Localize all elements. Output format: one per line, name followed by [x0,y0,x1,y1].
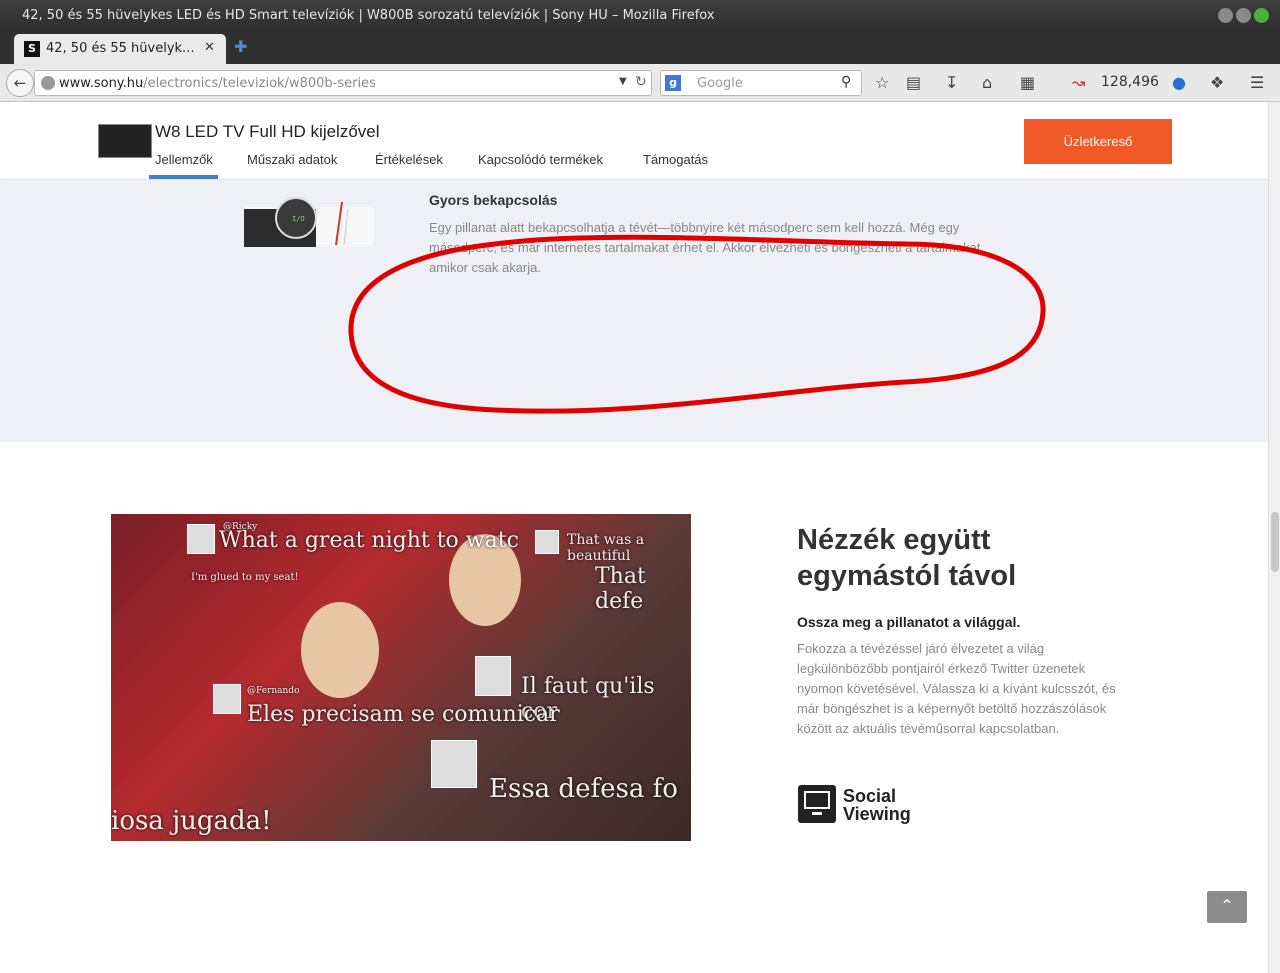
avatar [431,740,477,788]
photo-overlay-text: What a great night to watc [219,528,519,553]
logo-line-2: Viewing [843,804,911,824]
url-dropdown-icon[interactable]: ▼ [619,76,627,87]
tab-jellemzok[interactable]: Jellemzők [155,152,213,167]
product-thumbnail [98,124,152,158]
tab-muszaki-adatok[interactable]: Műszaki adatok [247,152,337,167]
scrollbar-thumb[interactable] [1271,512,1279,572]
photo-overlay-text: That defe [595,564,646,614]
dealer-locator-button[interactable]: Üzletkereső [1024,119,1172,164]
photo-overlay-text: That was a beautiful [567,532,645,564]
stats-icon[interactable]: ↝ [1072,73,1085,92]
download-icon[interactable]: ↧ [945,73,958,92]
social-viewing-logo-text: Social Viewing [843,787,911,823]
avatar [187,524,215,554]
window-titlebar: 42, 50 és 55 hüvelykes LED és HD Smart t… [0,0,1280,32]
back-arrow-icon[interactable]: ← [6,69,34,97]
photo-overlay-text: iosa jugada! [111,806,272,836]
extension-icon[interactable]: ❖ [1210,73,1224,92]
tab-strip: S 42, 50 és 55 hüvelyk... ✕ [0,32,1280,64]
tab-label: 42, 50 és 55 hüvelyk... [46,41,195,56]
globe-icon [41,76,55,90]
feature-title: Gyors bekapcsolás [429,192,558,208]
close-tab-icon[interactable]: ✕ [204,40,215,55]
active-tab-indicator [149,175,218,179]
tab-tamogatas[interactable]: Támogatás [643,152,708,167]
fan-face [301,602,379,698]
social-subtitle: Ossza meg a pillanatot a világgal. [797,614,1021,630]
photo-handle: @Fernando [247,686,300,696]
window-title: 42, 50 és 55 hüvelykes LED és HD Smart t… [22,8,715,23]
bookmark-star-icon[interactable]: ☆ [875,73,889,92]
red-annotation-circle [348,234,1046,414]
clipboard-icon[interactable]: ▤ [906,73,921,92]
tab-sony[interactable]: S 42, 50 és 55 hüvelyk... ✕ [14,34,226,64]
page-scrollbar[interactable] [1268,102,1280,973]
url-path: /electronics/televiziok/w800b-series [143,76,376,91]
counter-value: 128,496 [1101,74,1159,90]
globe-addon-icon[interactable]: ● [1172,73,1186,92]
tab-kapcsolodo-termekek[interactable]: Kapcsolódó termékek [478,152,603,167]
sony-favicon-icon: S [24,41,40,57]
close-window-icon[interactable] [1254,8,1269,23]
nav-toolbar: ← www.sony.hu/electronics/televiziok/w80… [0,64,1280,102]
avatar [213,684,241,714]
product-title: W8 LED TV Full HD kijelzővel [155,122,380,141]
maximize-icon[interactable] [1236,8,1251,23]
search-bar[interactable]: g Google ⚲ [660,70,862,96]
search-icon[interactable]: ⚲ [841,74,851,90]
avatar [475,656,511,696]
photo-overlay-text: Eles precisam se comunicar [247,702,560,727]
tab-ertekelesek[interactable]: Értékelések [375,152,443,167]
chevron-up-icon[interactable]: ⌃ [1207,891,1247,923]
minimize-icon[interactable] [1218,8,1233,23]
product-subnav: W8 LED TV Full HD kijelzővel Jellemzők M… [0,102,1268,180]
page-viewport: W8 LED TV Full HD kijelzővel Jellemzők M… [0,102,1268,973]
photo-overlay-text: Essa defesa fo [489,774,678,804]
menu-icon[interactable]: ☰ [1250,73,1264,92]
reload-icon[interactable]: ↻ [635,74,647,90]
search-placeholder: Google [697,76,743,91]
screenshot-icon[interactable]: ▦ [1020,73,1035,92]
social-viewing-photo: @Ricky What a great night to watc That w… [111,514,691,841]
avatar [535,530,559,554]
home-icon[interactable]: ⌂ [982,73,992,92]
url-bar[interactable]: www.sony.hu/electronics/televiziok/w800b… [34,70,652,96]
social-viewing-logo-icon [798,785,836,823]
social-body: Fokozza a tévézéssel járó élvezetet a vi… [797,641,1116,736]
svg-text:I/O: I/O [292,215,305,223]
photo-overlay-text: I'm glued to my seat! [191,572,299,583]
new-tab-icon[interactable]: ✚ [234,37,247,56]
url-text: www.sony.hu/electronics/televiziok/w800b… [59,76,376,91]
social-title: Nézzék együtt egymástól távol [797,524,1017,592]
url-domain: www.sony.hu [59,76,144,91]
google-engine-icon[interactable]: g [665,75,681,91]
logo-line-1: Social [843,786,897,806]
